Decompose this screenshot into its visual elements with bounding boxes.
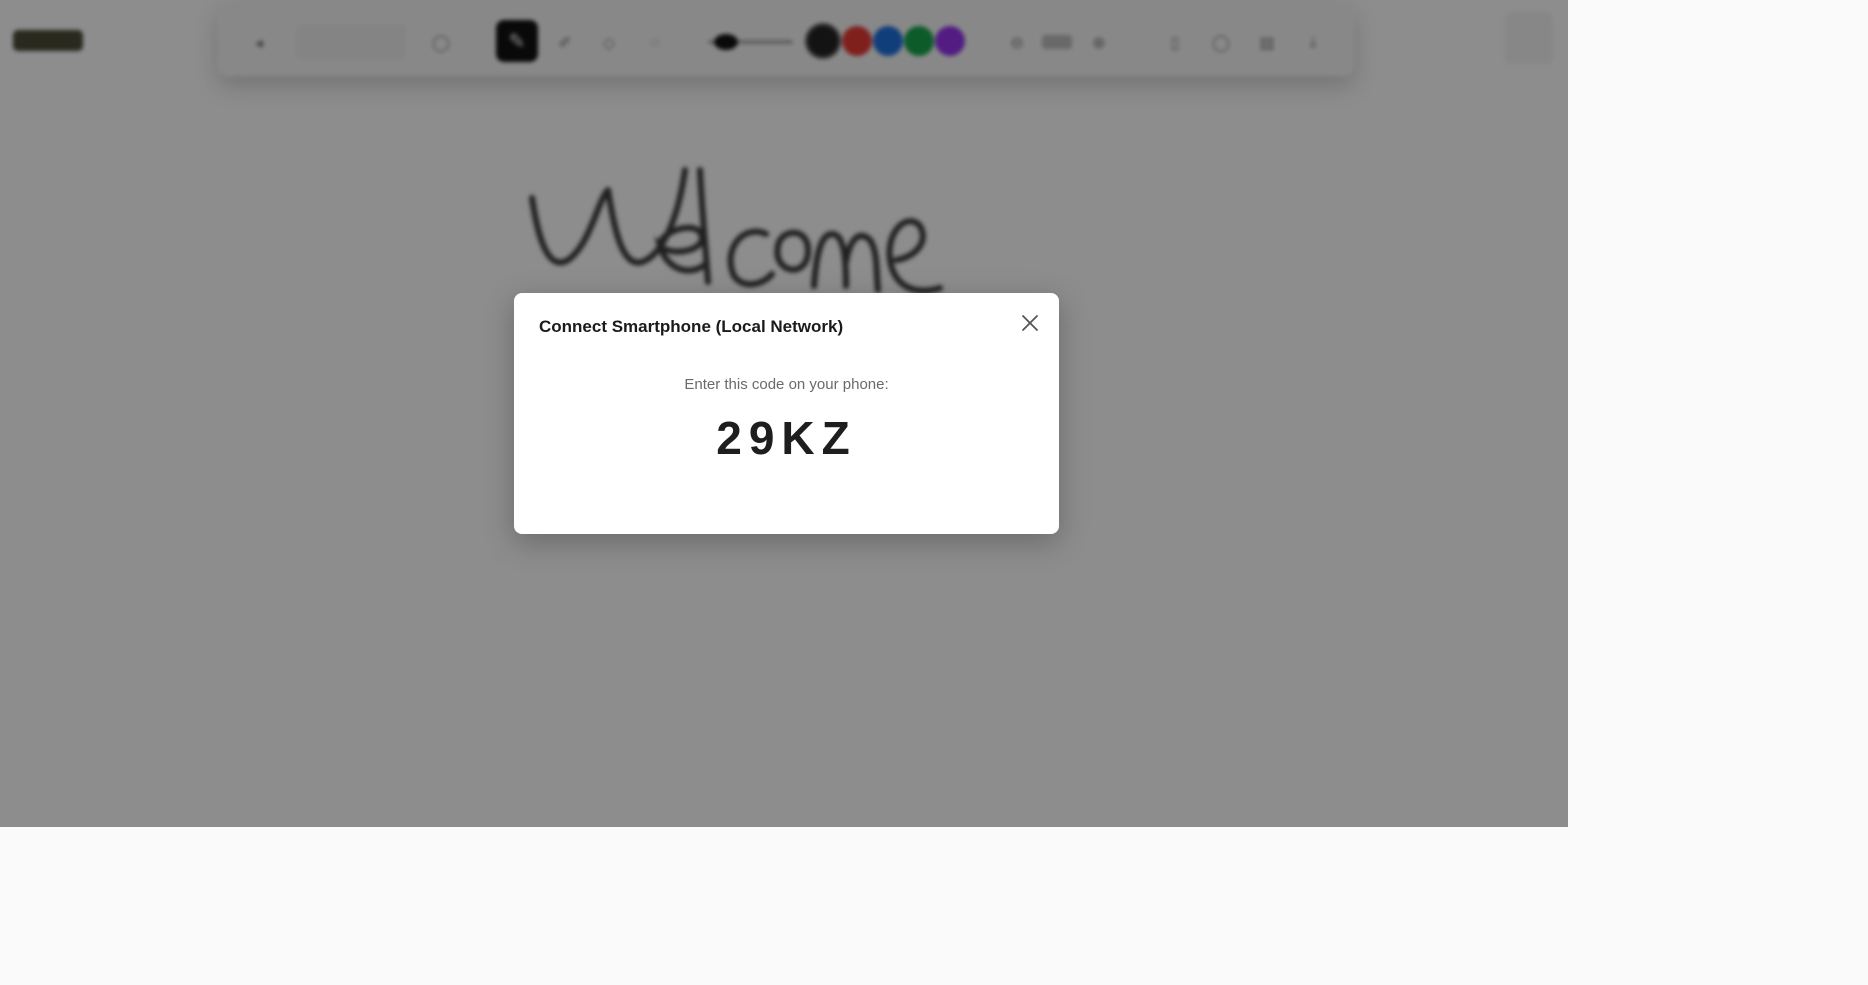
connect-smartphone-dialog: Connect Smartphone (Local Network) Enter… [514,293,1059,534]
pairing-code: 29KZ [716,412,857,464]
whiteboard-app: ◂ ◯ ✎ ✐ ◇ ◌ ⊖ ⊕ ▯ ◯ ▤ ⤓ Connect Smartpho… [0,0,1568,827]
code-instructions: Enter this code on your phone: [684,376,889,393]
dialog-title: Connect Smartphone (Local Network) [539,317,844,336]
close-icon[interactable] [1018,311,1042,335]
